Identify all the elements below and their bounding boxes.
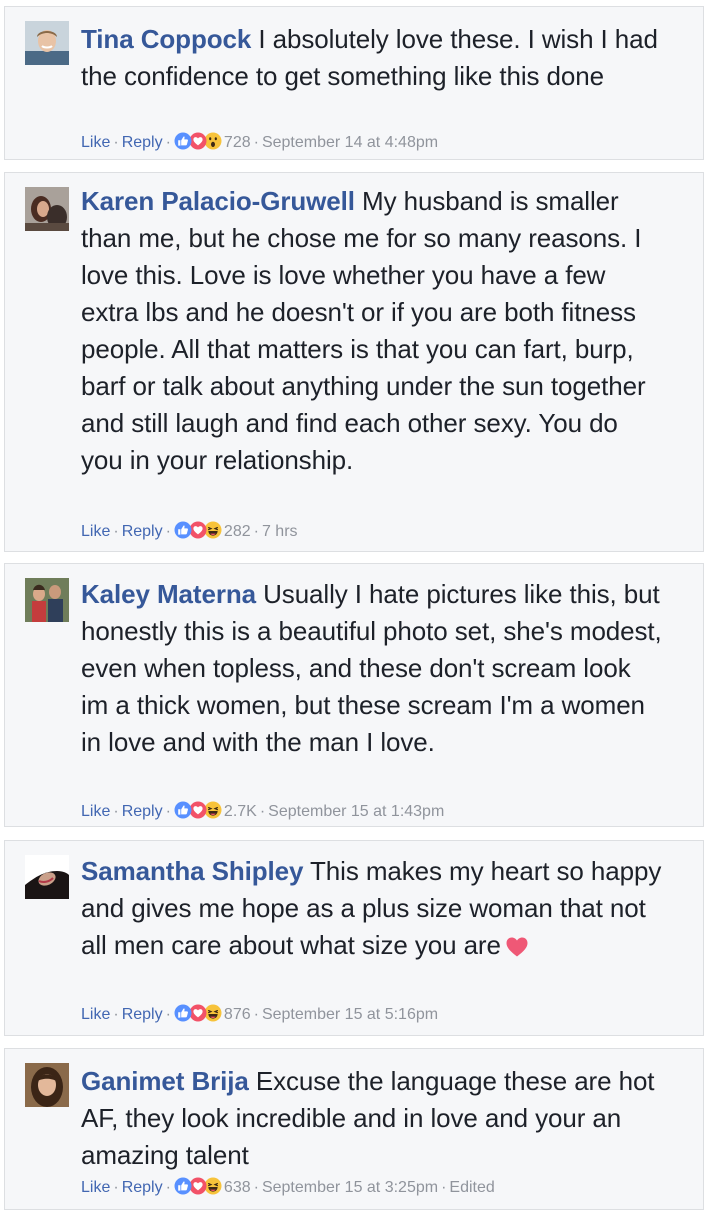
avatar[interactable] [25, 855, 69, 899]
comment-author[interactable]: Karen Palacio-Gruwell [81, 186, 355, 216]
reply-button[interactable]: Reply [122, 1179, 163, 1196]
comment: Ganimet Brija Excuse the language these … [4, 1048, 704, 1210]
comment-actions: Like · Reply · 2.7K · September 15 at 1:43pm [81, 801, 444, 825]
comment-author[interactable]: Kaley Materna [81, 579, 256, 609]
reactions-summary[interactable] [174, 1177, 222, 1201]
reaction-count[interactable]: 2.7K [224, 803, 257, 820]
comment-author[interactable]: Tina Coppock [81, 24, 251, 54]
comment-author[interactable]: Samantha Shipley [81, 856, 303, 886]
comment-author[interactable]: Ganimet Brija [81, 1066, 249, 1096]
reaction-count[interactable]: 728 [224, 134, 251, 151]
comment-actions: Like · Reply · 876 · September 15 at 5:16pm [81, 1004, 438, 1028]
heart-emoji-icon [505, 931, 529, 968]
comment-body: Samantha Shipley This makes my heart so … [81, 853, 663, 968]
comment-timestamp[interactable]: September 15 at 5:16pm [262, 1006, 438, 1023]
comment-timestamp[interactable]: September 15 at 1:43pm [268, 803, 444, 820]
edited-label[interactable]: Edited [449, 1179, 494, 1196]
reply-button[interactable]: Reply [122, 1006, 163, 1023]
reactions-summary[interactable] [174, 1004, 222, 1028]
avatar[interactable] [25, 578, 69, 622]
like-button[interactable]: Like [81, 523, 110, 540]
comment: Kaley Materna Usually I hate pictures li… [4, 563, 704, 827]
comment-body: Tina Coppock I absolutely love these. I … [81, 21, 663, 95]
avatar[interactable] [25, 1063, 69, 1107]
comment: Samantha Shipley This makes my heart so … [4, 840, 704, 1036]
comment-body: Ganimet Brija Excuse the language these … [81, 1063, 663, 1174]
reply-button[interactable]: Reply [122, 523, 163, 540]
comment: Karen Palacio-Gruwell My husband is smal… [4, 172, 704, 552]
reaction-count[interactable]: 876 [224, 1006, 251, 1023]
comment-body: Karen Palacio-Gruwell My husband is smal… [81, 183, 663, 479]
reaction-count[interactable]: 282 [224, 523, 251, 540]
like-button[interactable]: Like [81, 1179, 110, 1196]
reply-button[interactable]: Reply [122, 803, 163, 820]
comment-actions: Like · Reply · 282 · 7 hrs [81, 521, 298, 545]
avatar[interactable] [25, 187, 69, 231]
comment-body: Kaley Materna Usually I hate pictures li… [81, 576, 663, 761]
avatar[interactable] [25, 21, 69, 65]
comment-actions: Like · Reply · 638 · September 15 at 3:25pm · Ed… [81, 1177, 495, 1201]
comment: Tina Coppock I absolutely love these. I … [4, 6, 704, 160]
reactions-summary[interactable] [174, 521, 222, 545]
like-button[interactable]: Like [81, 1006, 110, 1023]
comment-timestamp[interactable]: September 15 at 3:25pm [262, 1179, 438, 1196]
comment-timestamp[interactable]: September 14 at 4:48pm [262, 134, 438, 151]
comment-timestamp[interactable]: 7 hrs [262, 523, 298, 540]
reactions-summary[interactable] [174, 132, 222, 156]
comment-text: My husband is smaller than me, but he ch… [81, 186, 646, 475]
reply-button[interactable]: Reply [122, 134, 163, 151]
like-button[interactable]: Like [81, 803, 110, 820]
reactions-summary[interactable] [174, 801, 222, 825]
comment-actions: Like · Reply · 728 · September 14 at 4:48pm [81, 132, 438, 156]
like-button[interactable]: Like [81, 134, 110, 151]
reaction-count[interactable]: 638 [224, 1179, 251, 1196]
